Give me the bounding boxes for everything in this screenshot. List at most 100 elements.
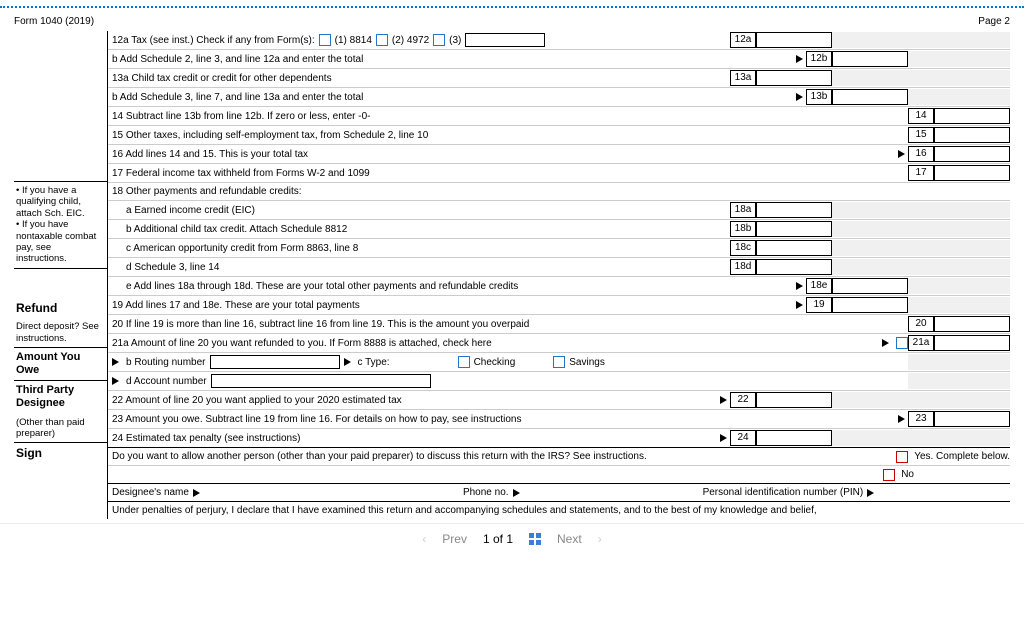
line-18-text: 18 Other payments and refundable credits… — [112, 186, 302, 197]
num-18d: 18d — [730, 259, 756, 275]
field-13b[interactable] — [832, 89, 908, 105]
num-18e: 18e — [806, 278, 832, 294]
field-23[interactable] — [934, 411, 1010, 427]
field-22[interactable] — [756, 392, 832, 408]
num-12a: 12a — [730, 32, 756, 48]
label-yes: Yes. Complete below. — [914, 451, 1010, 462]
checkbox-opt3[interactable] — [433, 34, 445, 46]
field-15[interactable] — [934, 127, 1010, 143]
opt1-label: (1) 8814 — [335, 35, 372, 46]
checkbox-4972[interactable] — [376, 34, 388, 46]
line-23-text: 23 Amount you owe. Subtract line 19 from… — [112, 414, 521, 425]
sidebar-deposit: Direct deposit? See instructions. — [14, 318, 107, 347]
num-16: 16 — [908, 146, 934, 162]
sidebar: • If you have a qualifying child, attach… — [14, 31, 108, 519]
line-18b-text: b Additional child tax credit. Attach Sc… — [126, 224, 347, 235]
num-23: 23 — [908, 411, 934, 427]
field-24[interactable] — [756, 430, 832, 446]
num-24: 24 — [730, 430, 756, 446]
line-18d-text: d Schedule 3, line 14 — [126, 262, 219, 273]
line-15-text: 15 Other taxes, including self-employmen… — [112, 130, 428, 141]
num-18b: 18b — [730, 221, 756, 237]
line-19-text: 19 Add lines 17 and 18e. These are your … — [112, 300, 360, 311]
arrow-icon — [796, 93, 803, 101]
chevron-right-icon[interactable]: › — [598, 532, 602, 546]
field-18c[interactable] — [756, 240, 832, 256]
sidebar-sign: Sign — [14, 442, 107, 463]
label-21b: b Routing number — [126, 357, 206, 368]
checkbox-savings[interactable] — [553, 356, 565, 368]
line-20-text: 20 If line 19 is more than line 16, subt… — [112, 319, 529, 330]
field-14[interactable] — [934, 108, 1010, 124]
arrow-icon — [898, 150, 905, 158]
field-account[interactable] — [211, 374, 431, 388]
field-12a-opt3[interactable] — [465, 33, 545, 47]
num-22: 22 — [730, 392, 756, 408]
num-14: 14 — [908, 108, 934, 124]
sidebar-other-than: (Other than paid preparer) — [14, 414, 107, 443]
field-16[interactable] — [934, 146, 1010, 162]
pager-next[interactable]: Next — [557, 532, 582, 546]
line-24-text: 24 Estimated tax penalty (see instructio… — [112, 433, 300, 444]
field-12a[interactable] — [756, 32, 832, 48]
line-18a-text: a Earned income credit (EIC) — [126, 205, 255, 216]
arrow-icon — [513, 489, 520, 497]
field-18a[interactable] — [756, 202, 832, 218]
checkbox-checking[interactable] — [458, 356, 470, 368]
num-20: 20 — [908, 316, 934, 332]
sidebar-third-party: Third Party Designee — [14, 380, 107, 413]
checkbox-8888[interactable] — [896, 337, 908, 349]
line-18e-text: e Add lines 18a through 18d. These are y… — [126, 281, 518, 292]
label-21d: d Account number — [126, 376, 207, 387]
arrow-icon — [112, 358, 119, 366]
field-18d[interactable] — [756, 259, 832, 275]
num-18c: 18c — [730, 240, 756, 256]
num-17: 17 — [908, 165, 934, 181]
arrow-icon — [796, 282, 803, 290]
arrow-icon — [898, 415, 905, 423]
arrow-icon — [112, 377, 119, 385]
label-21c: c Type: — [358, 357, 390, 368]
designee-phone-label: Phone no. — [463, 488, 509, 498]
arrow-icon — [720, 434, 727, 442]
field-21a[interactable] — [934, 335, 1010, 351]
arrow-icon — [344, 358, 351, 366]
line-13a-text: 13a Child tax credit or credit for other… — [112, 73, 332, 84]
line-14-text: 14 Subtract line 13b from line 12b. If z… — [112, 111, 370, 122]
form-body: 12a Tax (see inst.) Check if any from Fo… — [108, 31, 1010, 519]
checkbox-third-no[interactable] — [883, 469, 895, 481]
field-18b[interactable] — [756, 221, 832, 237]
pager-position: 1 of 1 — [483, 532, 513, 546]
num-13a: 13a — [730, 70, 756, 86]
field-routing[interactable] — [210, 355, 340, 369]
field-17[interactable] — [934, 165, 1010, 181]
arrow-icon — [796, 301, 803, 309]
num-15: 15 — [908, 127, 934, 143]
num-13b: 13b — [806, 89, 832, 105]
field-19[interactable] — [832, 297, 908, 313]
form-title: Form 1040 (2019) — [14, 16, 94, 27]
line-12b-text: b Add Schedule 2, line 3, and line 12a a… — [112, 54, 363, 65]
field-13a[interactable] — [756, 70, 832, 86]
grid-icon[interactable] — [529, 533, 541, 545]
third-party-question: Do you want to allow another person (oth… — [112, 451, 647, 462]
arrow-icon — [882, 339, 889, 347]
label-no: No — [901, 469, 914, 480]
checkbox-third-yes[interactable] — [896, 451, 908, 463]
checkbox-8814[interactable] — [319, 34, 331, 46]
pager-prev[interactable]: Prev — [442, 532, 467, 546]
pager: ‹ Prev 1 of 1 Next › — [0, 523, 1024, 554]
field-18e[interactable] — [832, 278, 908, 294]
line-18c-text: c American opportunity credit from Form … — [126, 243, 358, 254]
field-20[interactable] — [934, 316, 1010, 332]
page-number: Page 2 — [978, 16, 1010, 27]
line-22-text: 22 Amount of line 20 you want applied to… — [112, 395, 402, 406]
line-17-text: 17 Federal income tax withheld from Form… — [112, 168, 370, 179]
line-16-text: 16 Add lines 14 and 15. This is your tot… — [112, 149, 308, 160]
arrow-icon — [193, 489, 200, 497]
designee-pin-label: Personal identification number (PIN) — [703, 488, 864, 498]
field-12b[interactable] — [832, 51, 908, 67]
label-checking: Checking — [474, 357, 516, 368]
chevron-left-icon[interactable]: ‹ — [422, 532, 426, 546]
sidebar-refund: Refund — [14, 268, 107, 318]
